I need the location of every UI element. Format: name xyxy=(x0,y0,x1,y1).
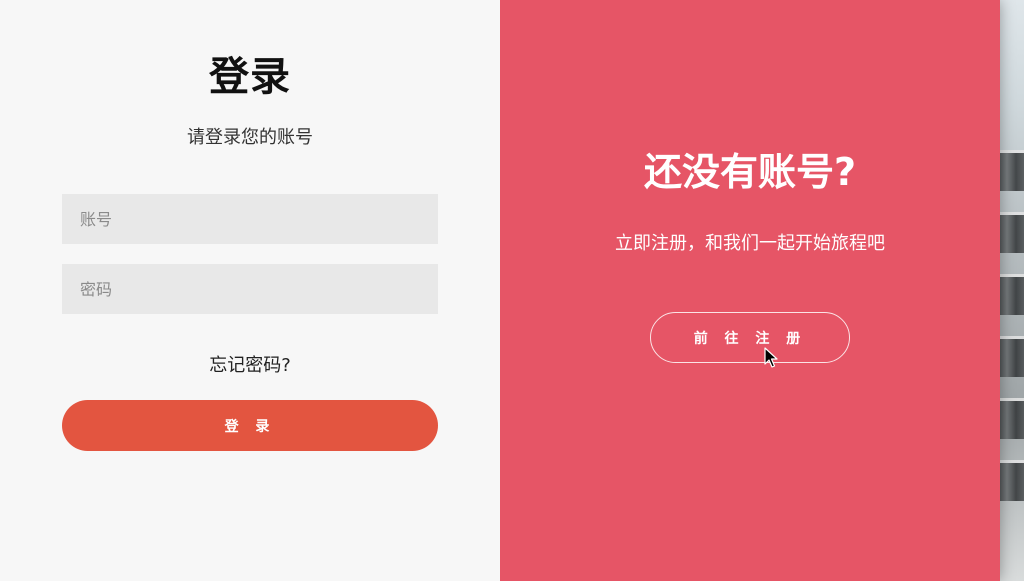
building-window xyxy=(998,398,1024,439)
building-window xyxy=(998,460,1024,501)
login-panel: 登录 请登录您的账号 忘记密码? 登 录 xyxy=(0,0,500,581)
promo-title: 还没有账号? xyxy=(643,150,857,194)
building-window xyxy=(998,336,1024,377)
promo-text: 立即注册，和我们一起开始旅程吧 xyxy=(615,233,885,254)
auth-card: 登录 请登录您的账号 忘记密码? 登 录 还没有账号? 立即注册，和我们一起开始… xyxy=(0,0,1000,581)
go-register-button[interactable]: 前 往 注 册 xyxy=(650,312,850,363)
register-promo-panel: 还没有账号? 立即注册，和我们一起开始旅程吧 前 往 注 册 xyxy=(500,0,1000,581)
account-input[interactable] xyxy=(62,194,438,244)
mouse-pointer-icon xyxy=(764,347,778,368)
building-window xyxy=(998,274,1024,315)
building-window xyxy=(998,212,1024,253)
login-subtitle: 请登录您的账号 xyxy=(187,127,313,148)
login-title: 登录 xyxy=(209,54,291,100)
building-window xyxy=(998,150,1024,191)
login-button[interactable]: 登 录 xyxy=(62,400,438,451)
password-input[interactable] xyxy=(62,264,438,314)
forgot-password-link[interactable]: 忘记密码? xyxy=(0,351,500,377)
